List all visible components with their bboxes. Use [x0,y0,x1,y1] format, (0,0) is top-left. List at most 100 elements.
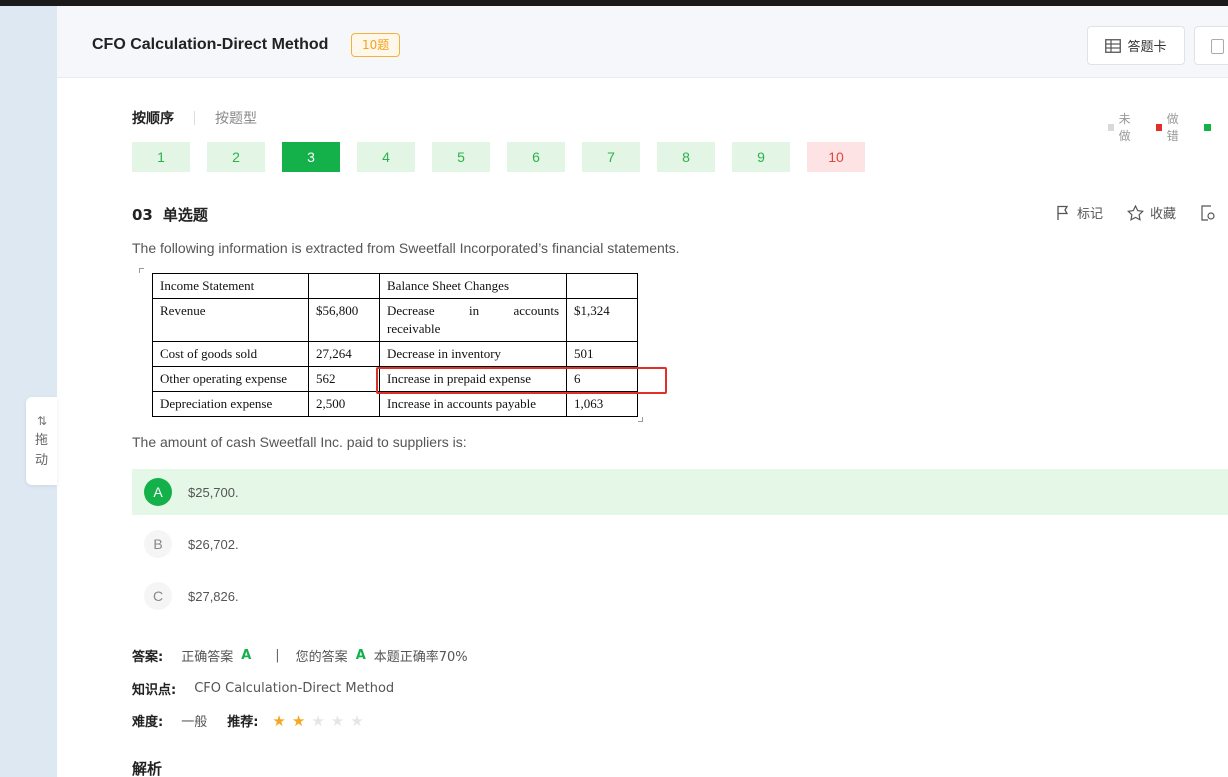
star-outline-icon [1127,204,1145,221]
favorite-button[interactable]: 收藏 [1127,203,1176,222]
report-button[interactable] [1200,204,1215,221]
table-cell: 562 [308,366,380,392]
question-nav: 1 2 3 4 5 6 7 8 9 10 [132,142,865,172]
question-ask: The amount of cash Sweetfall Inc. paid t… [132,434,467,450]
favorite-label: 收藏 [1150,207,1177,222]
difficulty-value: 一般 [181,715,208,730]
question-nav-item[interactable]: 9 [732,142,790,172]
document-settings-icon [1201,204,1215,221]
question-nav-item-current[interactable]: 3 [282,142,340,172]
question-nav-item[interactable]: 1 [132,142,190,172]
sort-tabs: 按顺序 按题型 [132,108,257,128]
option-a[interactable]: A $25,700. [132,469,1228,515]
table-cell: Increase in accounts payable [379,391,567,417]
question-nav-item[interactable]: 6 [507,142,565,172]
question-nav-item-wrong[interactable]: 10 [807,142,865,172]
option-text: $26,702. [188,536,239,552]
option-b[interactable]: B $26,702. [132,521,1228,567]
answer-separator: | [275,648,280,663]
drag-handle[interactable]: ⇅ 拖 动 [26,397,57,485]
legend-item-correct [1204,123,1216,131]
option-letter: A [144,478,172,506]
table-cell: $56,800 [308,298,380,342]
table-cell: 1,063 [566,391,638,417]
question-nav-item[interactable]: 5 [432,142,490,172]
page-header: CFO Calculation-Direct Method 10题 答题卡 [57,6,1228,78]
question-heading: 03 单选题 [132,204,208,225]
table-cell: Balance Sheet Changes [379,273,567,299]
table-cell: $1,324 [566,298,638,342]
question-nav-item[interactable]: 7 [582,142,640,172]
table-cell-wrapped: Decrease in accounts receivable [379,298,567,342]
left-rail [0,6,57,777]
option-letter: C [144,582,172,610]
question-nav-item[interactable]: 2 [207,142,265,172]
star-empty-icon: ★ [311,711,325,730]
legend-swatch [1108,123,1114,131]
correct-answer-label: 正确答案 [181,650,234,665]
star-filled-icon: ★ [291,711,306,730]
table-cell: Cost of goods sold [152,341,309,367]
table-row: Cost of goods sold 27,264 Decrease in in… [152,341,638,367]
question-type: 单选题 [162,206,208,224]
question-nav-item[interactable]: 4 [357,142,415,172]
table-resize-handle [139,268,144,273]
legend-item-undone: 未做 [1108,110,1138,144]
table-cell: Depreciation expense [152,391,309,417]
answer-row: 答案: 正确答案 A | 您的答案 A 本题正确率70% [132,646,468,665]
tab-by-order[interactable]: 按顺序 [132,108,174,128]
drag-label-1: 拖 [34,433,48,448]
answer-card-label: 答题卡 [1127,40,1167,55]
question-tools: 标记 收藏 [1055,203,1215,222]
tab-by-type[interactable]: 按题型 [215,108,257,128]
star-empty-icon: ★ [330,711,345,730]
table-cell: Other operating expense [152,366,309,392]
question-number: 03 [132,206,153,224]
answer-label: 答案: [132,650,164,665]
drag-label-2: 动 [34,453,48,468]
star-filled-icon: ★ [272,711,286,730]
star-empty-icon: ★ [350,711,364,730]
legend-swatch [1204,123,1211,131]
accuracy-rate: 本题正确率70% [373,650,468,665]
question-stem: The following information is extracted f… [132,240,680,256]
financial-data-table: Income Statement Balance Sheet Changes R… [152,273,638,417]
recommend-label: 推荐: [227,715,259,730]
table-row: Depreciation expense 2,500 Increase in a… [152,391,638,417]
highlight-annotation-box [376,367,667,394]
table-row: Income Statement Balance Sheet Changes [152,273,638,299]
table-cell [308,273,380,299]
table-cell: Decrease in inventory [379,341,567,367]
option-text: $25,700. [188,484,239,500]
difficulty-row: 难度: 一般 推荐: ★ ★ ★ ★ ★ [132,711,364,731]
table-cell: 27,264 [308,341,380,367]
option-c[interactable]: C $27,826. [132,573,1228,619]
grid-icon [1105,38,1122,53]
mark-button[interactable]: 标记 [1055,203,1103,222]
question-nav-item[interactable]: 8 [657,142,715,172]
your-answer-label: 您的答案 [295,650,348,665]
table-cell: 2,500 [308,391,380,417]
answer-card-button[interactable]: 答题卡 [1087,26,1185,65]
table-row: Revenue $56,800 Decrease in accounts rec… [152,298,638,342]
knowledge-label: 知识点: [132,683,177,698]
table-resize-handle [638,417,643,422]
flag-icon [1057,205,1069,220]
wrapped-line: Decrease in accounts [387,303,559,318]
note-button[interactable] [1194,26,1228,65]
wrapped-line: receivable [387,321,441,336]
question-count-badge: 10题 [351,33,401,57]
difficulty-label: 难度: [132,715,164,730]
table-cell: Revenue [152,298,309,342]
option-text: $27,826. [188,588,239,604]
note-icon [1211,39,1224,54]
knowledge-value: CFO Calculation-Direct Method [194,681,395,696]
analysis-heading: 解析 [132,760,163,777]
mark-label: 标记 [1077,207,1104,222]
tab-divider [194,111,195,125]
legend-item-wrong: 做错 [1156,110,1186,144]
table-cell: Income Statement [152,273,309,299]
knowledge-row: 知识点: CFO Calculation-Direct Method [132,679,394,698]
option-letter: B [144,530,172,558]
legend-swatch [1156,123,1162,131]
